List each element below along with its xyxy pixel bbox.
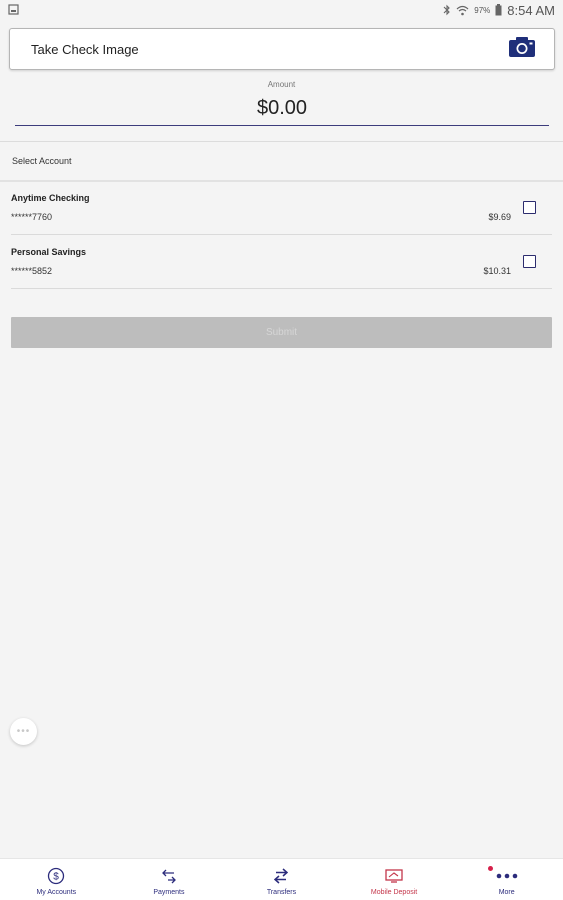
bluetooth-icon: [443, 4, 451, 16]
account-row-personal-savings[interactable]: Personal Savings ******5852 $10.31: [0, 235, 563, 289]
notification-dot: [487, 866, 493, 871]
nav-label: Transfers: [266, 889, 297, 896]
transfer-arrows-icon: [274, 867, 289, 885]
more-dots-icon: [496, 867, 518, 885]
status-time: 8:54 AM: [507, 2, 555, 18]
account-name: Personal Savings: [11, 247, 87, 257]
amount-input[interactable]: [15, 92, 549, 126]
account-balance: $9.69: [488, 212, 511, 222]
nav-label: More: [498, 889, 515, 896]
nav-label: Mobile Deposit: [370, 889, 418, 896]
notification-icon: [8, 3, 19, 18]
select-account-label: Select Account: [12, 156, 72, 166]
take-check-image-label: Take Check Image: [31, 41, 139, 57]
account-checkbox[interactable]: [523, 255, 536, 268]
divider: [0, 141, 563, 142]
nav-item-my-accounts[interactable]: $ My Accounts: [0, 859, 113, 900]
dollar-circle-icon: $: [47, 867, 65, 885]
account-name: Anytime Checking: [11, 193, 90, 203]
nav-item-mobile-deposit[interactable]: Mobile Deposit: [338, 859, 451, 900]
status-bar: 97% 8:54 AM: [0, 0, 563, 20]
account-number: ******5852: [11, 266, 53, 276]
amount-label: Amount: [267, 80, 296, 89]
nav-item-more[interactable]: More: [450, 859, 563, 900]
check-deposit-icon: [385, 867, 403, 885]
take-check-image-button[interactable]: Take Check Image: [9, 28, 555, 70]
battery-percent: 97%: [474, 5, 491, 15]
more-dots-icon: •••: [16, 726, 31, 737]
camera-icon[interactable]: [508, 36, 536, 63]
account-row-anytime-checking[interactable]: Anytime Checking ******7760 $9.69: [0, 181, 563, 235]
bottom-nav: $ My Accounts Payments Transfers Mobile …: [0, 858, 563, 900]
account-balance: $10.31: [483, 266, 511, 276]
nav-item-payments[interactable]: Payments: [113, 859, 226, 900]
status-left: [8, 3, 19, 18]
submit-button[interactable]: Submit: [11, 317, 552, 348]
account-checkbox[interactable]: [523, 201, 536, 214]
row-divider: [11, 288, 552, 289]
svg-text:$: $: [54, 872, 60, 883]
nav-label: My Accounts: [36, 889, 77, 896]
nav-item-transfers[interactable]: Transfers: [225, 859, 338, 900]
floating-more-button[interactable]: •••: [10, 718, 37, 745]
nav-label: Payments: [153, 889, 185, 896]
status-right: 97% 8:54 AM: [443, 3, 555, 18]
account-number: ******7760: [11, 212, 53, 222]
payments-icon: [161, 867, 176, 885]
wifi-icon: [456, 5, 469, 16]
battery-icon: [495, 4, 502, 16]
